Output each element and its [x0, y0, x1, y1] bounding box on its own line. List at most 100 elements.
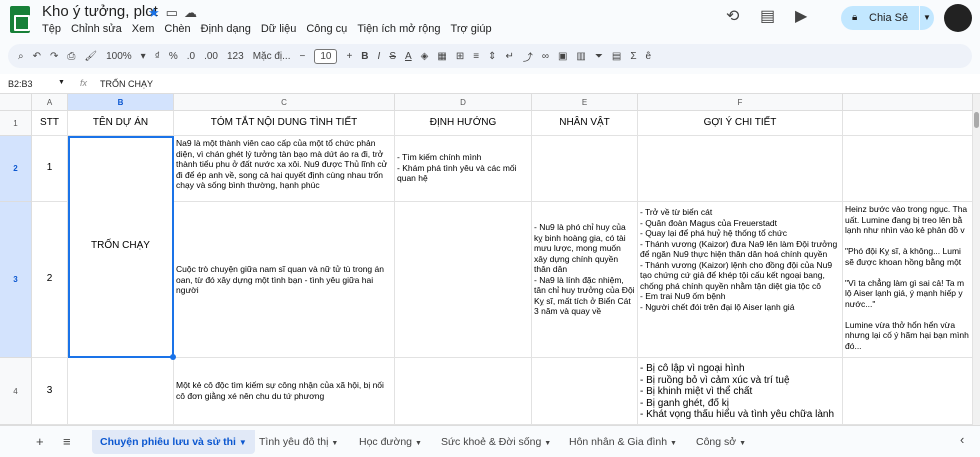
- cell-a3[interactable]: 2: [32, 202, 68, 358]
- column-header[interactable]: C: [174, 94, 395, 111]
- cell-g3[interactable]: Heinz bước vào trong ngục. Tha uất. Lumi…: [843, 202, 973, 358]
- print-icon[interactable]: ⎙: [67, 51, 75, 62]
- all-sheets-icon[interactable]: ≡: [63, 434, 71, 449]
- cell-g4[interactable]: [843, 358, 973, 425]
- sheet-tab-health[interactable]: Sức khoẻ & Đời sống ▼: [441, 436, 551, 448]
- document-title[interactable]: Kho ý tưởng, plot: [42, 3, 158, 20]
- chart-icon[interactable]: ▥: [576, 51, 585, 62]
- redo-icon[interactable]: ↷: [50, 51, 58, 62]
- percent-button[interactable]: %: [169, 51, 178, 62]
- borders-icon[interactable]: ▦: [437, 51, 446, 62]
- column-header[interactable]: D: [395, 94, 532, 111]
- column-header[interactable]: B: [68, 94, 174, 111]
- share-dropdown[interactable]: ▼: [920, 6, 934, 30]
- column-header[interactable]: F: [638, 94, 843, 111]
- cell-e4[interactable]: [532, 358, 638, 425]
- cell-e3[interactable]: - Nu9 là phó chỉ huy của kỵ binh hoàng g…: [532, 202, 638, 358]
- docs-logo[interactable]: [10, 6, 30, 33]
- input-tools-icon[interactable]: ê: [646, 51, 652, 62]
- filter-icon[interactable]: ⏷: [595, 51, 603, 62]
- menu-tools[interactable]: Công cụ: [306, 23, 347, 35]
- cell-g2[interactable]: [843, 136, 973, 202]
- sheet-tab-adventure[interactable]: Chuyện phiêu lưu và sử thi ▼: [92, 430, 255, 454]
- zoom-select[interactable]: 100%: [106, 51, 132, 62]
- formula-input[interactable]: TRỐN CHẠY: [100, 79, 153, 89]
- fill-color-icon[interactable]: ◈: [421, 51, 429, 62]
- cell-e2[interactable]: [532, 136, 638, 202]
- bold-button[interactable]: B: [361, 51, 368, 62]
- cell-c2[interactable]: Na9 là một thành viên cao cấp của một tổ…: [174, 136, 395, 202]
- menu-extensions[interactable]: Tiện ích mở rộng: [357, 23, 440, 35]
- history-icon[interactable]: ⟲: [726, 6, 739, 26]
- row-header[interactable]: 1: [0, 111, 32, 136]
- cell-d2[interactable]: - Tìm kiếm chính mình - Khám phá tình yê…: [395, 136, 532, 202]
- filter-views-icon[interactable]: ▤: [612, 51, 621, 62]
- paint-format-icon[interactable]: 🖌︎: [84, 51, 97, 62]
- name-box[interactable]: B2:B3: [8, 79, 33, 89]
- avatar[interactable]: [944, 4, 972, 32]
- row-header[interactable]: 4: [0, 358, 32, 425]
- cell-c1[interactable]: TÓM TẮT NỘI DUNG TÌNH TIẾT: [174, 111, 395, 136]
- wrap-icon[interactable]: ↵: [505, 51, 513, 62]
- comment-icon[interactable]: ▤: [760, 6, 775, 26]
- font-size-input[interactable]: 10: [314, 48, 338, 64]
- add-sheet-icon[interactable]: +: [36, 434, 44, 449]
- cell-d4[interactable]: [395, 358, 532, 425]
- vertical-scrollbar[interactable]: [973, 94, 980, 425]
- sheet-grid[interactable]: A B C D E F 1 2 3 4 STT TÊN DỰ ÁN TÓM TẮ…: [0, 94, 973, 425]
- cell-f4[interactable]: - Bị cô lập vì ngoại hình - Bị ruồng bỏ …: [638, 358, 843, 425]
- cell-d3[interactable]: [395, 202, 532, 358]
- cell-a4[interactable]: 3: [32, 358, 68, 425]
- cell-c3[interactable]: Cuộc trò chuyện giữa nam sĩ quan và nữ t…: [174, 202, 395, 358]
- italic-button[interactable]: I: [378, 51, 381, 62]
- increase-decimal-button[interactable]: .00: [204, 51, 218, 62]
- menu-help[interactable]: Trợ giúp: [451, 23, 492, 35]
- comment-add-icon[interactable]: ▣: [558, 51, 567, 62]
- text-color-button[interactable]: A: [405, 51, 412, 62]
- search-menu-icon[interactable]: ⌕: [18, 51, 24, 62]
- row-header[interactable]: 2: [0, 136, 32, 202]
- cell-b1[interactable]: TÊN DỰ ÁN: [68, 111, 174, 136]
- cell-f2[interactable]: [638, 136, 843, 202]
- column-header[interactable]: A: [32, 94, 68, 111]
- cell-f1[interactable]: GỢI Ý CHI TIẾT: [638, 111, 843, 136]
- rotate-icon[interactable]: ⤴: [523, 49, 533, 64]
- sheet-tab-school[interactable]: Học đường ▼: [359, 436, 422, 448]
- cell-e1[interactable]: NHÂN VẬT: [532, 111, 638, 136]
- cell-d1[interactable]: ĐỊNH HƯỚNG: [395, 111, 532, 136]
- explore-icon[interactable]: ‹: [960, 432, 964, 447]
- menu-file[interactable]: Tệp: [42, 23, 61, 35]
- sheet-tab-office[interactable]: Công sở ▼: [696, 436, 746, 448]
- video-icon[interactable]: ▶: [795, 6, 807, 26]
- cell-b4[interactable]: [68, 358, 174, 425]
- decrease-decimal-button[interactable]: .0: [187, 51, 195, 62]
- link-icon[interactable]: ∞: [542, 51, 549, 62]
- select-all-corner[interactable]: [0, 94, 32, 111]
- cell-g1[interactable]: [843, 111, 973, 136]
- menu-format[interactable]: Định dạng: [201, 23, 251, 35]
- functions-icon[interactable]: Σ: [630, 51, 636, 62]
- share-button[interactable]: 🔒︎ Chia Sẻ: [841, 6, 919, 30]
- menu-insert[interactable]: Chèn: [164, 23, 190, 35]
- cell-b2-merged[interactable]: TRỐN CHẠY: [68, 136, 174, 358]
- cell-c4[interactable]: Một kẻ cô độc tìm kiếm sự công nhận của …: [174, 358, 395, 425]
- column-header[interactable]: E: [532, 94, 638, 111]
- star-icon[interactable]: ★: [148, 5, 166, 20]
- font-decrease-icon[interactable]: −: [299, 51, 305, 62]
- undo-icon[interactable]: ↶: [33, 51, 41, 62]
- align-icon[interactable]: ≡: [473, 51, 479, 62]
- number-format-button[interactable]: 123: [227, 51, 244, 62]
- row-header[interactable]: 3: [0, 202, 32, 358]
- cell-a1[interactable]: STT: [32, 111, 68, 136]
- folder-icon[interactable]: ▭: [166, 5, 184, 20]
- cell-a2[interactable]: 1: [32, 136, 68, 202]
- vertical-align-icon[interactable]: ⇕: [488, 51, 496, 62]
- menu-data[interactable]: Dữ liệu: [261, 23, 297, 35]
- strikethrough-button[interactable]: S: [389, 51, 396, 62]
- merge-cells-icon[interactable]: ⊞: [456, 51, 464, 62]
- currency-icon[interactable]: ₫: [155, 51, 160, 62]
- menu-edit[interactable]: Chỉnh sửa: [71, 23, 122, 35]
- font-select[interactable]: Mặc đị...: [253, 51, 291, 62]
- sheet-tab-urban-love[interactable]: Tình yêu đô thị ▼: [259, 436, 338, 448]
- cell-f3[interactable]: - Trở về từ biển cát - Quân đoàn Magus c…: [638, 202, 843, 358]
